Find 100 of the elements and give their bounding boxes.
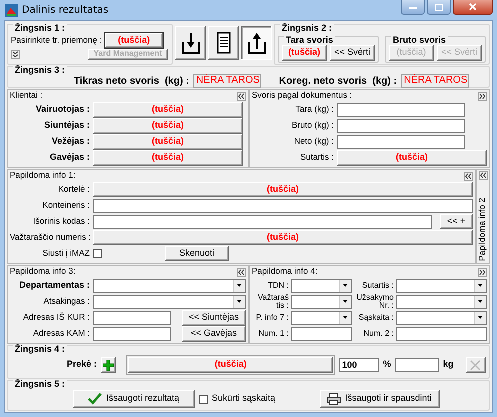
field-label: Num. 2 :: [362, 330, 394, 338]
panel-title: Svoris pagal dokumentus :: [252, 91, 352, 101]
vehicle-label: Pasirinkite tr. priemonę :: [11, 36, 102, 46]
caret-icon: [237, 300, 242, 303]
weight-button[interactable]: (tuščia): [282, 45, 327, 61]
net-weight-label: Koreg. neto svoris (kg) :: [279, 76, 398, 86]
percent-input[interactable]: 100: [339, 358, 380, 372]
weight-input[interactable]: [337, 134, 465, 148]
vehicle-button[interactable]: (tuščia): [105, 33, 164, 48]
contract-button[interactable]: (tuščia): [337, 150, 487, 166]
select-button[interactable]: (tuščia): [93, 182, 473, 197]
weight-input[interactable]: [337, 118, 465, 132]
field-label: Departamentas :: [18, 280, 90, 290]
checkbox[interactable]: [93, 249, 102, 258]
kg-input[interactable]: [395, 358, 440, 372]
window-title: Dalinis rezultatas: [22, 4, 109, 16]
add-product-button[interactable]: [101, 357, 116, 373]
scan-button[interactable]: Skenuoti: [165, 246, 229, 261]
input-field[interactable]: [93, 310, 171, 324]
side-panel-title[interactable]: Papildoma info 2: [478, 198, 488, 261]
client-button[interactable]: (tuščia): [93, 102, 243, 118]
client-label: Vežėjas :: [50, 136, 90, 146]
checkbox[interactable]: [199, 394, 208, 404]
dropdown[interactable]: [396, 278, 487, 292]
field-label: Kortelė :: [57, 184, 90, 194]
unit-label: %: [383, 360, 392, 370]
group-title: Tara svoris: [284, 35, 336, 45]
input-field[interactable]: [93, 214, 432, 228]
caret-icon: [478, 300, 483, 303]
dropdown[interactable]: [291, 278, 352, 292]
group-title: Žingsnis 5 :: [13, 379, 68, 389]
caret-icon: [343, 300, 348, 303]
field-label: Atsakingas :: [42, 296, 90, 306]
net-weight-label: Tikras neto svoris (kg) :: [74, 76, 190, 86]
weight-input[interactable]: [337, 102, 465, 116]
contract-label: Sutartis :: [299, 152, 334, 162]
maximize-button[interactable]: [427, 0, 451, 15]
group-title: Žingsnis 4 :: [13, 344, 68, 354]
input-field[interactable]: [291, 326, 352, 340]
plus-icon: [103, 360, 114, 370]
close-icon: [469, 3, 477, 11]
product-button[interactable]: (tuščia): [128, 357, 334, 373]
select-button[interactable]: (tuščia): [93, 230, 473, 245]
client-label: Siuntėjas :: [43, 120, 90, 130]
weight-label: Tara (kg) :: [294, 104, 334, 114]
weight-label: Bruto (kg) :: [290, 120, 334, 130]
expand-icon[interactable]: [478, 268, 487, 276]
caret-icon: [343, 284, 348, 287]
checkbox-label: Sukūrti sąskaitą: [212, 394, 276, 404]
caret-icon: [343, 316, 348, 319]
dropdown[interactable]: [396, 310, 487, 324]
dropdown[interactable]: [291, 294, 352, 308]
caret-icon: [478, 316, 483, 319]
tray-arrow-down-icon: [182, 32, 200, 54]
panel-title: Klientai :: [10, 91, 43, 101]
panel-title: Papildoma info 4:: [252, 267, 318, 277]
client-label: Vairuotojas :: [34, 104, 90, 114]
input-field[interactable]: [93, 326, 171, 340]
dropdown[interactable]: [93, 294, 246, 308]
save-button[interactable]: Išsaugoti rezultatą: [73, 390, 195, 408]
collapse-icon[interactable]: [464, 172, 473, 180]
checkbox-label: Siusti į iMAZ: [42, 248, 90, 258]
net-weight-value: NĖRA TAROS: [401, 74, 469, 88]
field-label: Adresas KAM :: [32, 328, 90, 338]
client-button[interactable]: (tuščia): [93, 118, 243, 134]
net-weight-value: NĖRA TAROS: [193, 74, 262, 88]
app-icon: [5, 4, 18, 16]
collapse-icon[interactable]: [478, 171, 488, 180]
dropdown[interactable]: [396, 294, 487, 308]
dropdown[interactable]: [291, 310, 352, 324]
field-label: Važtaraščio numeris :: [10, 232, 90, 242]
input-field[interactable]: [93, 198, 473, 212]
field-label: P. info 7 :: [255, 314, 289, 322]
minimize-button[interactable]: [401, 0, 425, 15]
client-label: Gavėjas :: [48, 152, 90, 162]
weigh-button[interactable]: << Svėrti: [330, 45, 375, 61]
group-title: Bruto svoris: [391, 35, 448, 45]
copy-button[interactable]: << Siuntėjas: [182, 310, 246, 326]
field-label: Sutartis :: [361, 282, 394, 290]
close-button[interactable]: [453, 0, 493, 15]
close-icon: [470, 360, 482, 370]
field-label: TDN :: [267, 282, 289, 290]
collapse-icon[interactable]: [237, 268, 246, 276]
caret-icon: [237, 284, 242, 287]
panel-title: Papildoma info 1:: [10, 171, 76, 181]
copy-button[interactable]: << Gavėjas: [182, 326, 246, 342]
expand-icon[interactable]: [478, 92, 487, 100]
toolbar-button[interactable]: [241, 26, 272, 60]
field-label: Važtaraš tis :: [257, 294, 289, 309]
input-field[interactable]: [396, 326, 487, 340]
collapse-icon[interactable]: [237, 92, 246, 100]
add-button[interactable]: << +: [440, 214, 473, 229]
expand-icon[interactable]: [11, 50, 20, 59]
panel-title: Papildoma info 3:: [10, 267, 76, 277]
dropdown[interactable]: [93, 278, 246, 292]
save-print-button[interactable]: Išsaugoti ir spausdinti: [320, 390, 440, 408]
field-label: Sąskaita :: [358, 314, 394, 322]
group-title: Žingsnis 1 :: [13, 23, 68, 33]
client-button[interactable]: (tuščia): [93, 134, 243, 150]
client-button[interactable]: (tuščia): [93, 150, 243, 166]
